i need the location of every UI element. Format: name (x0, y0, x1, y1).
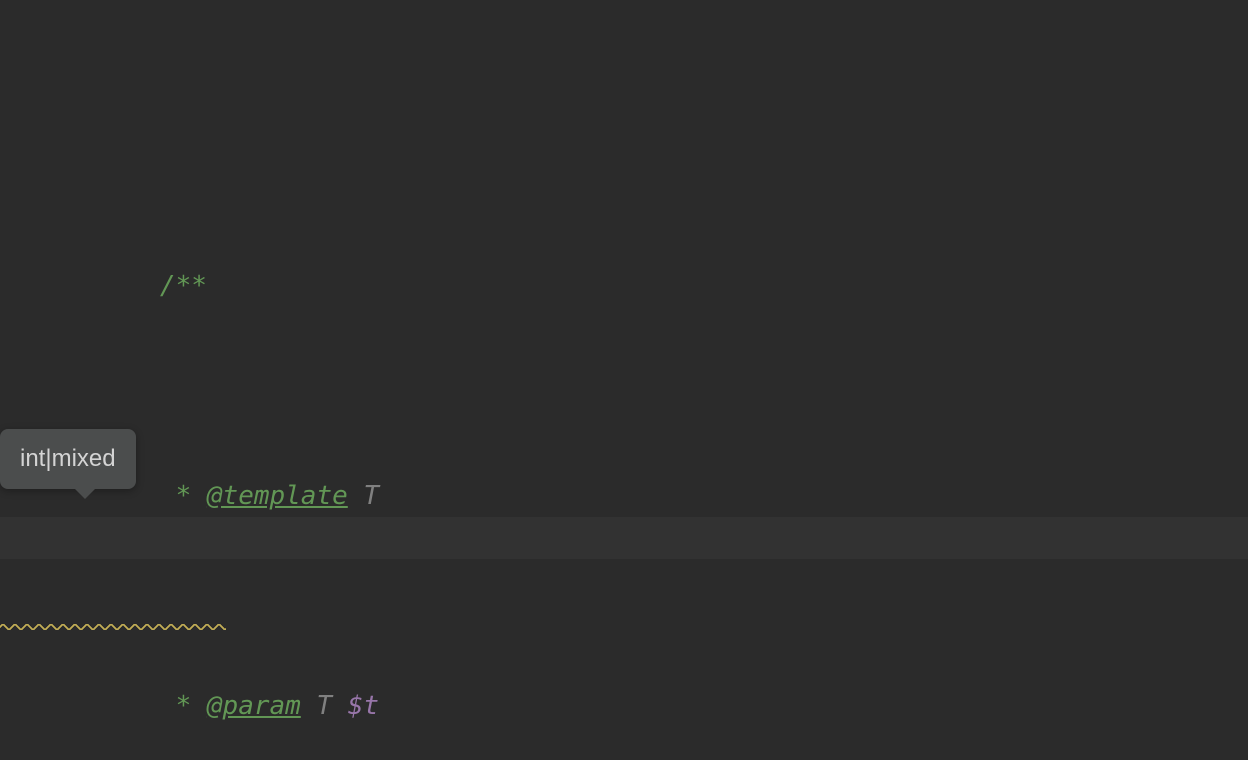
code-editor[interactable]: int|mixed /** * @template T * @param T $… (0, 0, 1248, 760)
doc-template-type: T (363, 481, 379, 511)
code-line[interactable]: * @template T (66, 433, 911, 475)
code-line[interactable]: /** (66, 223, 911, 265)
doc-param-var: $t (348, 691, 379, 721)
docblock-open: /** (160, 271, 207, 301)
code-line[interactable]: * @param T $t (66, 643, 911, 685)
type-tooltip: int|mixed (0, 429, 136, 489)
docblock-star: * (160, 481, 207, 511)
code-area[interactable]: /** * @template T * @param T $t * @retur… (66, 55, 911, 760)
tooltip-text: int|mixed (20, 445, 116, 472)
doc-tag-param: @param (207, 691, 301, 721)
doc-tag-template: @template (207, 481, 348, 511)
weak-warning-underline (0, 624, 226, 630)
docblock-star: * (160, 691, 207, 721)
doc-param-type: T (316, 691, 332, 721)
